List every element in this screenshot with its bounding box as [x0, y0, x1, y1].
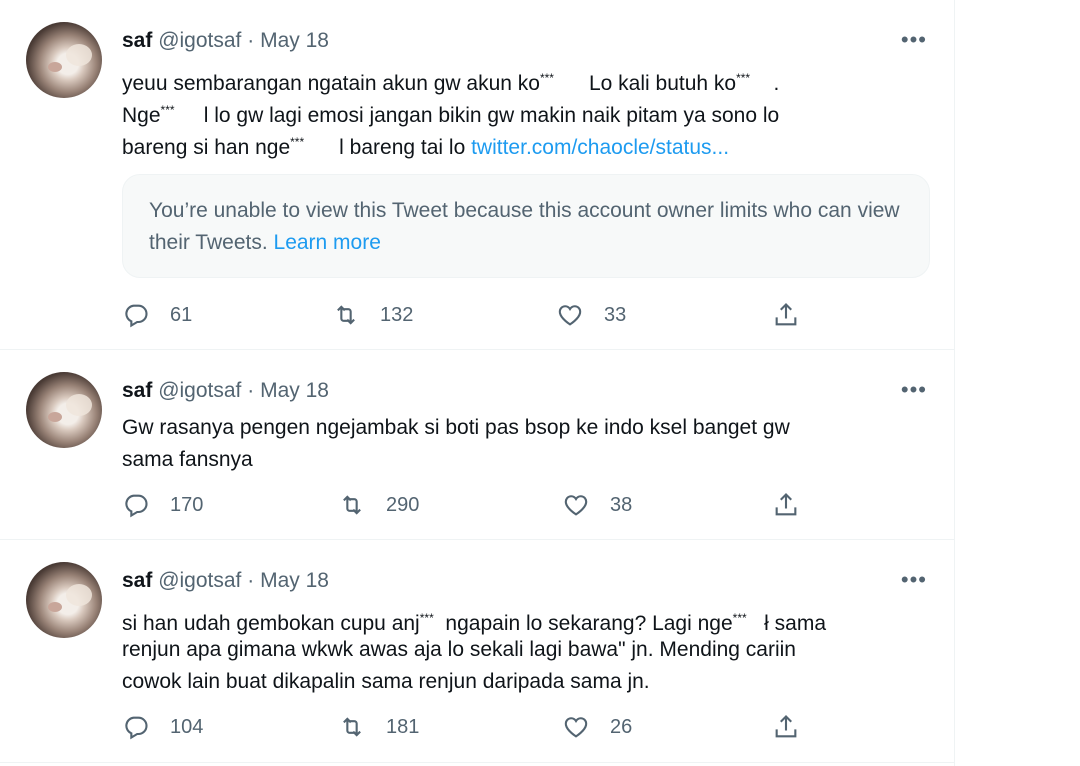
unavailable-message: You’re unable to view this Tweet because…: [149, 199, 900, 254]
share-button[interactable]: [772, 300, 800, 330]
reply-icon: [125, 716, 148, 740]
tweet-text-line: renjun apa gimana wkwk awas aja lo sekal…: [122, 638, 796, 661]
retweet-count: 181: [386, 715, 420, 738]
tweet[interactable]: saf @igotsaf · May 18 ••• yeuu sembarang…: [0, 0, 955, 350]
text-segment: bareng si han nge: [122, 136, 291, 159]
heart-icon: [564, 495, 588, 516]
tweet-text-line: Nge*** l lo gw lagi emosi jangan bikin g…: [122, 94, 937, 127]
reply-icon: [125, 304, 148, 328]
censor-mark: ***: [732, 611, 747, 625]
share-icon: [775, 493, 797, 516]
text-segment: l bareng tai lo: [304, 136, 472, 159]
retweet-count: 132: [380, 303, 414, 326]
tweet-date[interactable]: May 18: [260, 379, 329, 402]
heart-icon: [564, 717, 588, 738]
reply-button[interactable]: 61: [122, 300, 192, 330]
unavailable-quote-card[interactable]: You’re unable to view this Tweet because…: [122, 174, 930, 278]
more-options-icon[interactable]: •••: [901, 569, 927, 591]
reply-button[interactable]: 104: [122, 712, 203, 742]
like-button[interactable]: 33: [556, 300, 626, 330]
tweet-text-line: yeuu sembarangan ngatain akun gw akun ko…: [122, 62, 937, 95]
tweet-actions: 61 132 33: [122, 300, 822, 330]
share-icon: [775, 715, 797, 738]
retweet-button[interactable]: 290: [338, 490, 419, 520]
censor-mark: ***: [290, 135, 305, 149]
reply-count: 61: [170, 303, 193, 326]
reply-count: 104: [170, 715, 204, 738]
text-segment: yeuu sembarangan ngatain akun gw akun ko: [122, 72, 540, 95]
reply-count: 170: [170, 493, 204, 516]
censor-mark: ***: [419, 611, 434, 625]
avatar[interactable]: [26, 22, 102, 98]
tweet-text-line: cowok lain buat dikapalin sama renjun da…: [122, 670, 650, 693]
tweet-text-line: si han udah gembokan cupu anj*** ngapain…: [122, 602, 937, 635]
tweet[interactable]: saf @igotsaf · May 18 ••• Gw rasanya pen…: [0, 350, 955, 540]
display-name[interactable]: saf: [122, 29, 152, 52]
censor-mark: ***: [539, 71, 554, 85]
reply-icon: [125, 494, 148, 518]
text-segment: .: [750, 72, 780, 95]
text-segment: ngapain lo sekarang? Lagi nge: [433, 612, 733, 635]
tweet-text-line: bareng si han nge*** l bareng tai lo twi…: [122, 126, 937, 159]
user-handle[interactable]: @igotsaf: [158, 379, 241, 402]
text-segment: l lo gw lagi emosi jangan bikin gw makin…: [174, 104, 780, 127]
more-options-icon[interactable]: •••: [901, 29, 927, 51]
retweet-icon: [337, 305, 355, 325]
censor-mark: ***: [160, 103, 175, 117]
separator-dot: ·: [247, 29, 255, 52]
tweet-text: Gw rasanya pengen ngejambak si boti pas …: [122, 412, 937, 476]
retweet-button[interactable]: 181: [338, 712, 419, 742]
tweet-date[interactable]: May 18: [260, 569, 329, 592]
share-icon: [775, 303, 797, 326]
heart-icon: [558, 305, 582, 326]
like-count: 26: [610, 715, 633, 738]
tweet-text: si han udah gembokan cupu anj*** ngapain…: [122, 602, 937, 698]
retweet-icon: [343, 717, 361, 737]
tweet-text: yeuu sembarangan ngatain akun gw akun ko…: [122, 62, 937, 159]
retweet-count: 290: [386, 493, 420, 516]
tweet-text-line: Gw rasanya pengen ngejambak si boti pas …: [122, 416, 790, 439]
text-segment: si han udah gembokan cupu anj: [122, 612, 420, 635]
share-button[interactable]: [772, 490, 800, 520]
timeline: saf @igotsaf · May 18 ••• yeuu sembarang…: [0, 0, 955, 766]
reply-button[interactable]: 170: [122, 490, 203, 520]
like-count: 38: [610, 493, 633, 516]
retweet-button[interactable]: 132: [332, 300, 413, 330]
learn-more-link[interactable]: Learn more: [274, 231, 381, 254]
avatar[interactable]: [26, 372, 102, 448]
tweet-header: saf @igotsaf · May 18: [122, 378, 329, 404]
tweet-actions: 104 181 26: [122, 712, 822, 742]
avatar[interactable]: [26, 562, 102, 638]
like-button[interactable]: 38: [562, 490, 632, 520]
separator-dot: ·: [247, 569, 255, 592]
tweet-header: saf @igotsaf · May 18: [122, 28, 329, 54]
user-handle[interactable]: @igotsaf: [158, 29, 241, 52]
text-segment: Nge: [122, 104, 161, 127]
like-count: 33: [604, 303, 627, 326]
text-segment: ł sama: [746, 612, 827, 635]
tweet[interactable]: saf @igotsaf · May 18 ••• si han udah ge…: [0, 540, 955, 763]
separator-dot: ·: [247, 379, 255, 402]
share-button[interactable]: [772, 712, 800, 742]
user-handle[interactable]: @igotsaf: [158, 569, 241, 592]
like-button[interactable]: 26: [562, 712, 632, 742]
tweet-header: saf @igotsaf · May 18: [122, 568, 329, 594]
tweet-link[interactable]: twitter.com/chaocle/status...: [471, 136, 729, 159]
censor-mark: ***: [736, 71, 751, 85]
tweet-text-line: sama fansnya: [122, 448, 253, 471]
text-segment: Lo kali butuh ko: [553, 72, 737, 95]
display-name[interactable]: saf: [122, 379, 152, 402]
display-name[interactable]: saf: [122, 569, 152, 592]
more-options-icon[interactable]: •••: [901, 379, 927, 401]
retweet-icon: [343, 495, 361, 515]
tweet-date[interactable]: May 18: [260, 29, 329, 52]
tweet-actions: 170 290 38: [122, 490, 822, 520]
